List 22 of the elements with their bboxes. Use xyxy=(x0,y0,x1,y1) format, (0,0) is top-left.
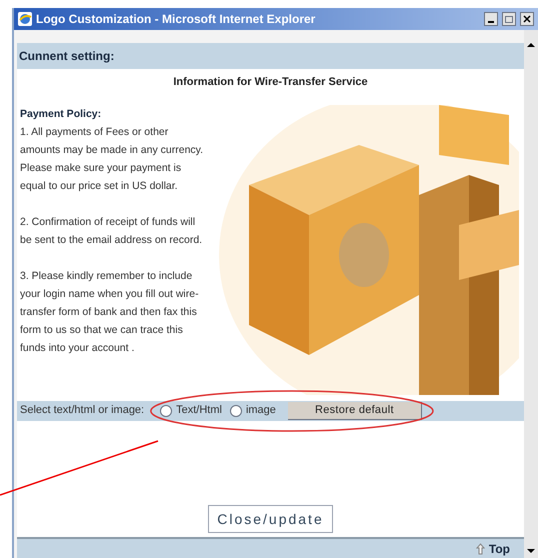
window-title: Logo Customization - Microsoft Internet Explorer xyxy=(36,11,316,28)
close-button[interactable] xyxy=(520,12,534,26)
restore-default-button[interactable]: Restore default xyxy=(288,402,422,420)
policy-paragraph: 3. Please kindly remember to include your login name when you fill out wire-transfer form of bank and then fax this form to us so that we can trace this funds into your account . xyxy=(20,268,200,356)
minimize-button[interactable] xyxy=(484,12,498,26)
policy-paragraph: 2. Confirmation of receipt of funds will be sent to the email address on record. xyxy=(20,214,204,248)
close-update-button[interactable]: Close/update xyxy=(208,505,333,533)
maximize-button[interactable] xyxy=(502,12,516,26)
close-icon xyxy=(523,15,531,23)
section-heading: Information for Wire-Transfer Service xyxy=(173,75,368,90)
header-label: Cunnent setting: xyxy=(19,48,114,65)
radio-label: Text/Html xyxy=(176,403,222,418)
browser-icon xyxy=(18,12,32,26)
policy-title: Payment Policy: xyxy=(20,106,102,122)
policy-paragraph: 1. All payments of Fees or other amounts may be made in any currency. Please make sure your payment is equal to our price set in US dollar. xyxy=(20,124,204,194)
scrollbar[interactable] xyxy=(524,30,538,558)
radio-button[interactable] xyxy=(160,404,172,416)
up-arrow-icon xyxy=(476,542,485,554)
radio-button[interactable] xyxy=(230,404,242,416)
radio-label: image xyxy=(246,403,276,418)
top-link[interactable]: Top xyxy=(488,540,510,558)
select-label: Select text/html or image: xyxy=(20,403,144,418)
